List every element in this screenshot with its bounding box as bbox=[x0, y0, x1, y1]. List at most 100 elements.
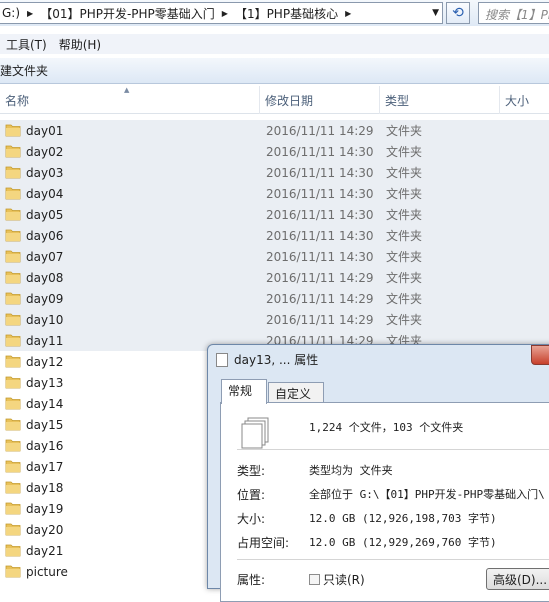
file-name: day19 bbox=[26, 501, 64, 516]
list-item[interactable]: day07 2016/11/11 14:30 文件夹 bbox=[0, 246, 549, 267]
folder-icon bbox=[5, 355, 21, 368]
list-item[interactable]: day01 2016/11/11 14:29 文件夹 bbox=[0, 120, 549, 141]
file-type: 文件夹 bbox=[386, 124, 423, 138]
file-name: day12 bbox=[26, 354, 64, 369]
file-name: day03 bbox=[26, 165, 64, 180]
general-panel: 1,224 个文件，103 个文件夹 类型: 类型均为 文件夹 位置: 全部位于… bbox=[220, 402, 549, 602]
file-type: 文件夹 bbox=[386, 292, 423, 306]
multiple-files-icon bbox=[241, 417, 269, 449]
folder-icon bbox=[5, 397, 21, 410]
breadcrumb-arrow-icon[interactable]: ▶ bbox=[341, 9, 355, 18]
file-name: day06 bbox=[26, 228, 64, 243]
file-date: 2016/11/11 14:29 bbox=[266, 291, 374, 306]
folder-icon bbox=[5, 187, 21, 200]
refresh-button[interactable]: ⟲ bbox=[446, 2, 470, 24]
file-name: day18 bbox=[26, 480, 64, 495]
folder-icon bbox=[5, 544, 21, 557]
disk-size-label: 占用空间: bbox=[237, 536, 290, 550]
file-type: 文件夹 bbox=[386, 229, 423, 243]
folder-icon bbox=[5, 250, 21, 263]
breadcrumb-segment-1[interactable]: 【01】PHP开发-PHP零基础入门 bbox=[37, 5, 218, 22]
file-date: 2016/11/11 14:29 bbox=[266, 123, 374, 138]
list-item[interactable]: day03 2016/11/11 14:30 文件夹 bbox=[0, 162, 549, 183]
file-type: 文件夹 bbox=[386, 145, 423, 159]
breadcrumb-arrow-icon[interactable]: ▶ bbox=[23, 9, 37, 18]
menu-tools[interactable]: 工具(T) bbox=[0, 36, 53, 53]
properties-dialog: day13, ... 属性 常规 自定义 1,224 个文件，103 个文件夹 … bbox=[207, 344, 549, 602]
column-date[interactable]: 修改日期 bbox=[260, 86, 380, 114]
folder-icon bbox=[5, 376, 21, 389]
folder-icon bbox=[5, 313, 21, 326]
folder-icon bbox=[5, 124, 21, 137]
column-type[interactable]: 类型 bbox=[380, 86, 500, 114]
file-name: day20 bbox=[26, 522, 64, 537]
file-name: day15 bbox=[26, 417, 64, 432]
file-name: day17 bbox=[26, 459, 64, 474]
dialog-title: day13, ... 属性 bbox=[234, 353, 319, 367]
file-name: day01 bbox=[26, 123, 64, 138]
divider bbox=[237, 559, 549, 560]
column-size[interactable]: 大小 bbox=[500, 86, 549, 114]
list-item[interactable]: day09 2016/11/11 14:29 文件夹 bbox=[0, 288, 549, 309]
address-dropdown-icon[interactable]: ▼ bbox=[432, 8, 439, 18]
command-bar: 建文件夹 bbox=[0, 58, 549, 84]
list-item[interactable]: day08 2016/11/11 14:29 文件夹 bbox=[0, 267, 549, 288]
menu-bar: 工具(T) 帮助(H) bbox=[0, 34, 549, 54]
list-item[interactable]: day02 2016/11/11 14:30 文件夹 bbox=[0, 141, 549, 162]
menu-help[interactable]: 帮助(H) bbox=[53, 36, 107, 53]
list-item[interactable]: day06 2016/11/11 14:30 文件夹 bbox=[0, 225, 549, 246]
folder-icon bbox=[5, 229, 21, 242]
location-value: 全部位于 G:\【01】PHP开发-PHP零基础入门\ bbox=[309, 488, 545, 501]
tab-general[interactable]: 常规 bbox=[221, 379, 267, 404]
folder-icon bbox=[5, 502, 21, 515]
file-type: 文件夹 bbox=[386, 313, 423, 327]
file-date: 2016/11/11 14:30 bbox=[266, 228, 374, 243]
list-item[interactable]: day05 2016/11/11 14:30 文件夹 bbox=[0, 204, 549, 225]
search-input[interactable]: 搜索【1】PHP... bbox=[478, 2, 549, 24]
disk-size-value: 12.0 GB (12,929,269,760 字节) bbox=[309, 536, 497, 549]
folder-icon bbox=[5, 481, 21, 494]
list-item[interactable]: day04 2016/11/11 14:30 文件夹 bbox=[0, 183, 549, 204]
tab-custom[interactable]: 自定义 bbox=[268, 382, 324, 403]
file-date: 2016/11/11 14:30 bbox=[266, 249, 374, 264]
close-button[interactable] bbox=[531, 345, 549, 365]
file-name: day13 bbox=[26, 375, 64, 390]
divider bbox=[237, 449, 549, 450]
readonly-checkbox[interactable]: 只读(R) bbox=[309, 571, 365, 588]
file-type: 文件夹 bbox=[386, 187, 423, 201]
folder-icon bbox=[5, 145, 21, 158]
size-value: 12.0 GB (12,926,198,703 字节) bbox=[309, 512, 497, 525]
folder-icon bbox=[5, 208, 21, 221]
new-folder-button[interactable]: 建文件夹 bbox=[0, 62, 48, 79]
file-date: 2016/11/11 14:29 bbox=[266, 312, 374, 327]
checkbox-box[interactable] bbox=[309, 574, 320, 585]
refresh-icon: ⟲ bbox=[452, 5, 464, 21]
type-label: 类型: bbox=[237, 464, 266, 478]
list-item[interactable]: day10 2016/11/11 14:29 文件夹 bbox=[0, 309, 549, 330]
location-label: 位置: bbox=[237, 488, 266, 502]
folder-icon bbox=[5, 271, 21, 284]
dialog-title-bar: day13, ... 属性 bbox=[216, 351, 318, 368]
file-name: day21 bbox=[26, 543, 64, 558]
breadcrumb-segment-2[interactable]: 【1】PHP基础核心 bbox=[232, 5, 341, 22]
folder-icon bbox=[5, 418, 21, 431]
folder-icon bbox=[5, 166, 21, 179]
file-date: 2016/11/11 14:30 bbox=[266, 207, 374, 222]
file-type: 文件夹 bbox=[386, 208, 423, 222]
column-header: 名称 修改日期 类型 大小 bbox=[0, 86, 549, 114]
advanced-button[interactable]: 高级(D)... bbox=[486, 568, 549, 590]
file-name: day08 bbox=[26, 270, 64, 285]
file-name: day07 bbox=[26, 249, 64, 264]
file-name: day11 bbox=[26, 333, 64, 348]
file-name: picture bbox=[26, 564, 68, 579]
file-date: 2016/11/11 14:30 bbox=[266, 165, 374, 180]
selection-summary: 1,224 个文件，103 个文件夹 bbox=[309, 421, 464, 434]
breadcrumb-arrow-icon[interactable]: ▶ bbox=[218, 9, 232, 18]
file-name: day16 bbox=[26, 438, 64, 453]
column-name[interactable]: 名称 bbox=[0, 86, 260, 114]
address-bar[interactable]: G:) ▶ 【01】PHP开发-PHP零基础入门 ▶ 【1】PHP基础核心 ▶ … bbox=[0, 2, 443, 24]
breadcrumb-drive[interactable]: G:) bbox=[0, 6, 23, 20]
attributes-label: 属性: bbox=[237, 573, 266, 587]
folder-icon bbox=[5, 523, 21, 536]
address-bar-area: G:) ▶ 【01】PHP开发-PHP零基础入门 ▶ 【1】PHP基础核心 ▶ … bbox=[0, 0, 549, 26]
